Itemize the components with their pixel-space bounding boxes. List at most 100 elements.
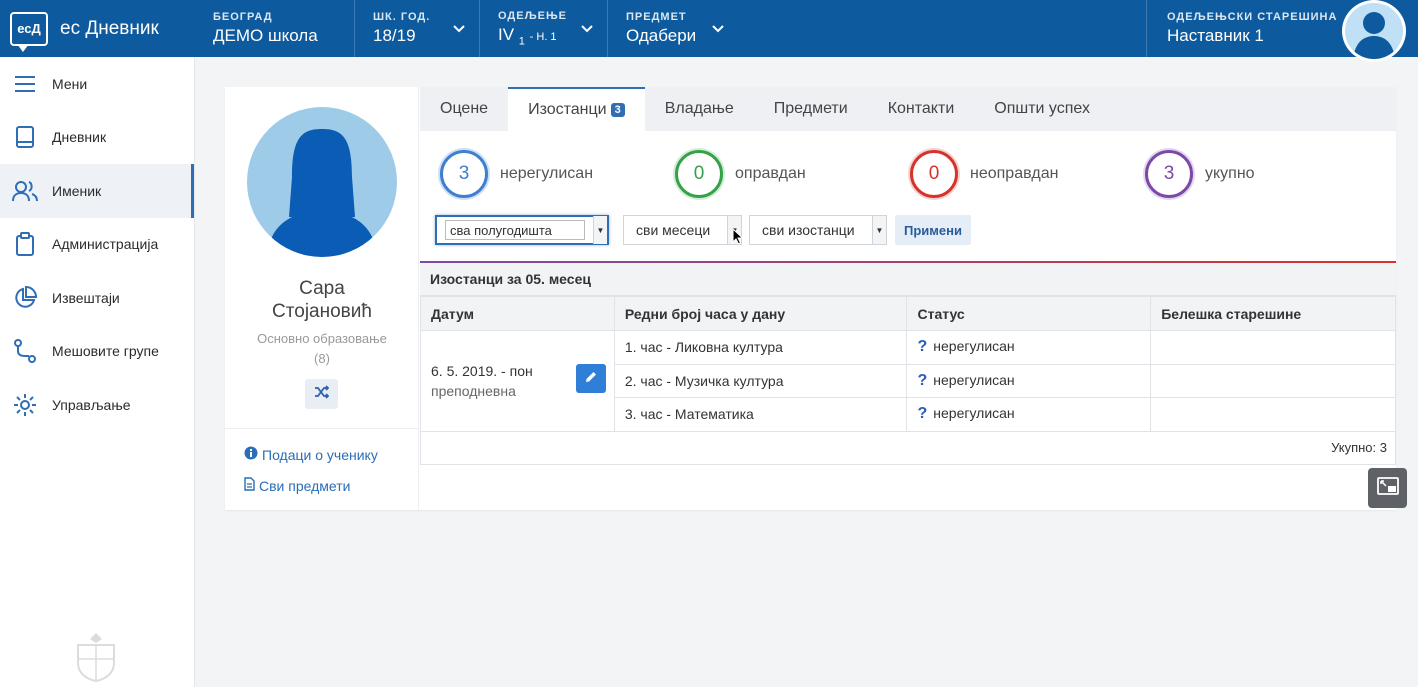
shuffle-button[interactable] (305, 379, 338, 409)
table-header-row: Датум Редни број часа у дану Статус Беле… (420, 296, 1396, 331)
sidebar-item-label: Управљање (52, 396, 131, 413)
document-icon (244, 477, 255, 494)
student-education: Основно образовање (257, 331, 387, 346)
sidebar-item-label: Именик (52, 182, 102, 199)
column-header-note: Белешка старешине (1150, 296, 1396, 331)
sidebar-item-management[interactable]: Управљање (0, 378, 194, 432)
absences-total: Укупно: 3 (420, 431, 1396, 465)
profile-divider (225, 428, 419, 429)
sidebar-item-label: Мешовите групе (52, 343, 159, 360)
stat-unregulated-label: нерегулисан (500, 165, 594, 182)
top-bar: есД ес Дневник БЕОГРАД ДЕМО школа ШК. ГО… (0, 0, 1418, 62)
sidebar-item-registry[interactable]: Именик (0, 164, 194, 218)
apply-button[interactable]: Примени (895, 215, 971, 245)
tab-label: Изостанци (528, 101, 607, 118)
student-name: Сара Стојановић (225, 277, 419, 323)
department-class: IV (498, 24, 515, 44)
caret-down-icon: ▼ (593, 216, 607, 244)
tab-label: Предмети (773, 100, 848, 117)
absence-type-select[interactable]: сви изостанци ▼ (749, 215, 887, 245)
brand[interactable]: есД ес Дневник (0, 0, 195, 57)
sidebar-item-label: Администрација (52, 236, 159, 253)
tab-subjects[interactable]: Предмети (754, 87, 868, 131)
sidebar-item-mixed-groups[interactable]: Мешовите групе (0, 325, 194, 379)
semester-select[interactable]: сва полугодишта ▼ (435, 215, 609, 245)
school-selector: БЕОГРАД ДЕМО школа (195, 0, 355, 57)
users-icon (12, 178, 38, 204)
mouse-cursor-icon (732, 227, 744, 245)
sidebar-item-menu[interactable]: Мени (0, 57, 194, 111)
tab-label: Владање (664, 100, 734, 117)
info-icon (244, 446, 258, 463)
school-year-selector[interactable]: ШК. ГОД. 18/19 (355, 0, 480, 57)
chevron-down-icon (453, 22, 465, 36)
sidebar: Мени Дневник Именик Администрација Извеш… (0, 57, 195, 687)
tab-label: Контакти (887, 100, 955, 117)
book-icon (12, 124, 38, 150)
status-text: нерегулисан (933, 405, 1015, 422)
sidebar-item-label: Извештаји (52, 289, 120, 306)
subject-label: ПРЕДМЕТ (626, 11, 687, 23)
caret-down-icon: ▼ (872, 216, 886, 244)
stat-excused-label: оправдан (735, 165, 806, 182)
tab-label: Оцене (440, 100, 489, 117)
sidebar-item-label: Дневник (52, 129, 107, 146)
stat-total: 3 укупно (1145, 150, 1255, 198)
semester-select-value: сва полугодишта (445, 220, 585, 240)
absences-table: Датум Редни број часа у дану Статус Беле… (420, 296, 1396, 432)
student-grade: (8) (314, 351, 330, 366)
stat-unexcused-label: неоправдан (970, 165, 1059, 182)
tab-absences[interactable]: Изостанци 3 (508, 87, 645, 131)
tab-label: Општи успех (994, 100, 1090, 117)
question-icon: ? (917, 338, 928, 356)
user-avatar[interactable] (1342, 0, 1406, 62)
stat-total-label: укупно (1205, 165, 1255, 182)
pencil-icon (584, 369, 598, 389)
tab-contacts[interactable]: Контакти (868, 87, 975, 131)
tab-grades[interactable]: Оцене (420, 87, 508, 131)
edit-button[interactable] (576, 364, 606, 393)
stat-unexcused-count: 0 (910, 150, 958, 198)
absence-type-select-value: сви изостанци (762, 222, 855, 238)
picture-in-picture-button[interactable] (1368, 468, 1407, 508)
question-icon: ? (917, 405, 928, 423)
lesson-cell: 3. час - Математика (613, 397, 908, 432)
status-cell: ? нерегулисан (906, 363, 1152, 398)
stat-excused: 0 оправдан (675, 150, 806, 198)
student-first-name: Сара (299, 278, 345, 299)
school-year-value: 18/19 (373, 26, 416, 45)
status-cell: ? нерегулисан (906, 330, 1152, 365)
student-info-label: Подаци о ученику (262, 446, 378, 463)
department-number: 1 (518, 35, 525, 48)
school-year-label: ШК. ГОД. (373, 11, 431, 23)
picture-in-picture-icon (1376, 476, 1399, 500)
student-avatar (247, 107, 397, 257)
lesson-cell: 1. час - Ликовна култура (613, 330, 908, 365)
status-text: нерегулисан (933, 338, 1015, 355)
tab-overall-success[interactable]: Општи успех (974, 87, 1110, 131)
city-label: БЕОГРАД (213, 11, 273, 23)
month-select[interactable]: сви месеци ▼ (623, 215, 742, 245)
student-card: Сара Стојановић Основно образовање (8) П… (225, 87, 1396, 510)
pie-chart-icon (12, 285, 38, 311)
chevron-down-icon (712, 22, 724, 36)
sidebar-item-administration[interactable]: Администрација (0, 218, 194, 272)
tab-behavior[interactable]: Владање (645, 87, 754, 131)
stat-unregulated-count: 3 (440, 150, 488, 198)
subject-selector[interactable]: ПРЕДМЕТ Одабери (608, 0, 738, 57)
header-spacer (738, 0, 1146, 57)
student-info-link[interactable]: Подаци о ученику (244, 446, 378, 463)
sidebar-item-reports[interactable]: Извештаји (0, 271, 194, 325)
note-cell (1150, 363, 1396, 398)
menu-icon (12, 71, 38, 97)
absences-count-badge: 3 (610, 103, 625, 117)
lesson-cell: 2. час - Музичка култура (613, 363, 908, 398)
all-subjects-label: Сви предмети (259, 477, 351, 494)
department-selector[interactable]: ОДЕЉЕЊЕ IV 1 - Н. 1 (480, 0, 608, 57)
sidebar-item-label: Мени (52, 75, 88, 92)
sidebar-item-diary[interactable]: Дневник (0, 111, 194, 165)
date-cell: 6. 5. 2019. - пон преподневна (420, 330, 615, 432)
gear-icon (12, 392, 38, 418)
all-subjects-link[interactable]: Сви предмети (244, 477, 350, 494)
absences-table-section: Изостанци за 05. месец Датум Редни број … (420, 261, 1396, 465)
